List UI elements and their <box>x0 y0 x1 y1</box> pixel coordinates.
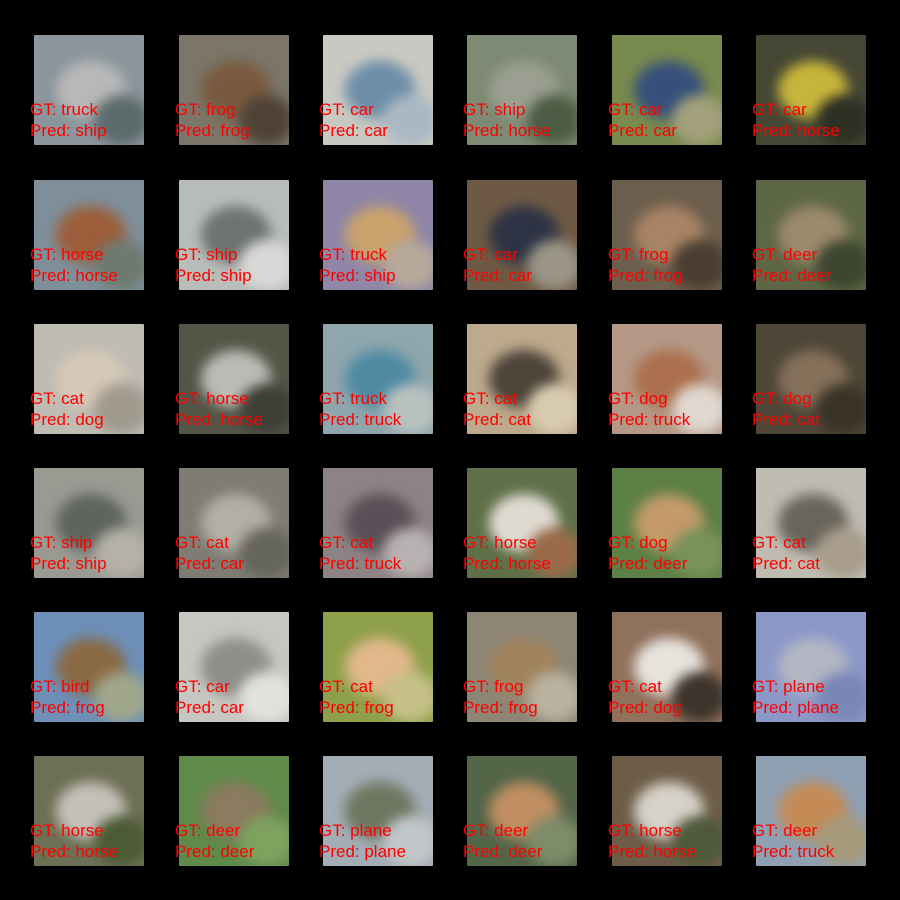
ground-truth-label: GT: dog <box>608 533 668 552</box>
ground-truth-label: GT: cat <box>608 677 662 696</box>
image-background-detail <box>527 384 577 434</box>
image-background-detail <box>239 672 289 722</box>
ground-truth-label: GT: deer <box>752 245 818 264</box>
ground-truth-label: GT: cat <box>175 533 229 552</box>
prediction-label: Pred: dog <box>608 698 682 717</box>
prediction-grid: GT: truck Pred: ship GT: frog Pred: frog GT:… <box>0 0 900 900</box>
ground-truth-label: GT: frog <box>463 677 524 696</box>
image-tile: GT: plane Pred: plane <box>289 0 439 866</box>
ground-truth-label: GT: deer <box>752 821 818 840</box>
ground-truth-label: GT: cat <box>319 677 373 696</box>
prediction-label: Pred: frog <box>30 698 105 717</box>
image-tile: GT: horse Pred: horse <box>578 0 728 866</box>
ground-truth-label: GT: cat <box>319 533 373 552</box>
image-background-detail <box>527 240 577 290</box>
ground-truth-label: GT: deer <box>463 821 529 840</box>
image-background-detail <box>816 384 866 434</box>
prediction-label: Pred: cat <box>752 410 821 429</box>
ground-truth-label: GT: horse <box>30 245 104 264</box>
prediction-label: Pred: car <box>175 554 244 573</box>
ground-truth-label: GT: car <box>463 245 518 264</box>
image-tile: GT: deer Pred: deer <box>145 0 295 866</box>
image-background-detail <box>816 528 866 578</box>
prediction-label: Pred: truck <box>608 410 691 429</box>
prediction-label: Pred: frog <box>608 266 683 285</box>
image-tile: GT: horse Pred: horse <box>0 0 150 866</box>
prediction-label: Pred: frog <box>463 698 538 717</box>
image-background-detail <box>239 528 289 578</box>
prediction-label: Pred: frog <box>319 698 394 717</box>
ground-truth-label: GT: frog <box>608 245 669 264</box>
ground-truth-label: GT: plane <box>319 821 392 840</box>
ground-truth-label: GT: truck <box>319 245 388 264</box>
ground-truth-label: GT: dog <box>608 389 668 408</box>
prediction-label: Pred: deer <box>608 554 688 573</box>
ground-truth-label: GT: deer <box>175 821 241 840</box>
ground-truth-label: GT: dog <box>752 389 812 408</box>
ground-truth-label: GT: bird <box>30 677 90 696</box>
prediction-label: Pred: car <box>175 698 244 717</box>
ground-truth-label: GT: horse <box>30 821 104 840</box>
prediction-label: Pred: cat <box>463 410 532 429</box>
prediction-label: Pred: dog <box>30 410 104 429</box>
ground-truth-label: GT: car <box>175 677 230 696</box>
prediction-label: Pred: cat <box>752 554 821 573</box>
ground-truth-label: GT: cat <box>463 389 517 408</box>
prediction-label: Pred: deer <box>463 842 543 861</box>
prediction-label: Pred: deer <box>752 266 832 285</box>
prediction-label: Pred: ship <box>30 554 107 573</box>
prediction-label: Pred: horse <box>463 554 551 573</box>
ground-truth-label: GT: horse <box>608 821 682 840</box>
ground-truth-label: GT: ship <box>175 245 238 264</box>
prediction-label: Pred: truck <box>319 410 402 429</box>
image-tile: GT: deer Pred: deer <box>433 0 583 866</box>
prediction-label: Pred: horse <box>30 842 118 861</box>
prediction-label: Pred: ship <box>319 266 396 285</box>
prediction-label: Pred: ship <box>175 266 252 285</box>
prediction-label: Pred: plane <box>752 698 839 717</box>
ground-truth-label: GT: horse <box>175 389 249 408</box>
prediction-label: Pred: horse <box>30 266 118 285</box>
ground-truth-label: GT: cat <box>30 389 84 408</box>
image-tile: GT: deer Pred: truck <box>722 0 872 866</box>
ground-truth-label: GT: plane <box>752 677 825 696</box>
ground-truth-label: GT: horse <box>463 533 537 552</box>
prediction-label: Pred: horse <box>608 842 696 861</box>
prediction-label: Pred: truck <box>319 554 402 573</box>
ground-truth-label: GT: cat <box>752 533 806 552</box>
prediction-label: Pred: deer <box>175 842 255 861</box>
prediction-label: Pred: plane <box>319 842 406 861</box>
ground-truth-label: GT: truck <box>319 389 388 408</box>
ground-truth-label: GT: ship <box>30 533 93 552</box>
prediction-label: Pred: car <box>463 266 532 285</box>
prediction-label: Pred: horse <box>175 410 263 429</box>
prediction-label: Pred: truck <box>752 842 835 861</box>
